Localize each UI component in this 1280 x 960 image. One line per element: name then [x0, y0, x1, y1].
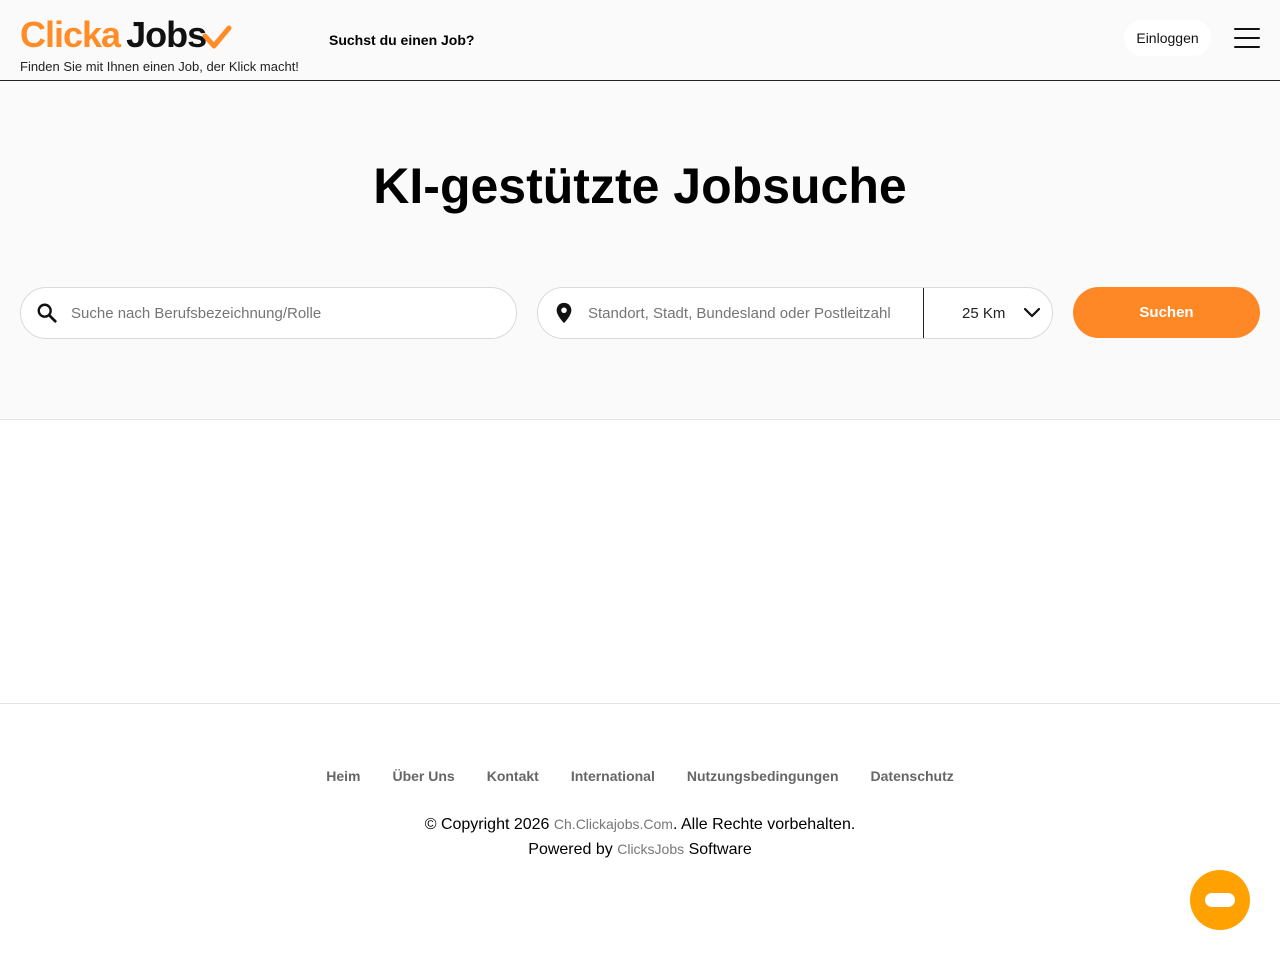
hero-section: KI-gestützte Jobsuche 25 Km Suchen — [0, 81, 1280, 420]
logo-text-clicka: Clicka — [20, 14, 121, 55]
page-title: KI-gestützte Jobsuche — [373, 158, 907, 214]
copyright-prefix: © Copyright 2026 — [424, 816, 554, 833]
header-job-question[interactable]: Suchst du einen Job? — [329, 32, 474, 48]
search-button[interactable]: Suchen — [1073, 287, 1260, 338]
footer-link-home[interactable]: Heim — [326, 768, 360, 784]
footer-link-contact[interactable]: Kontakt — [487, 768, 539, 784]
powered-prefix: Powered by — [528, 841, 618, 858]
site-logo[interactable]: Clicka Jobs — [20, 16, 232, 56]
powered-by-line: Powered by ClicksJobs Software — [0, 837, 1280, 862]
logo-text-jobs: Jobs — [126, 14, 207, 55]
site-header: Clicka Jobs Finden Sie mit Ihnen einen J… — [0, 0, 1280, 81]
footer-link-about[interactable]: Über Uns — [392, 768, 454, 784]
copyright-suffix: . Alle Rechte vorbehalten. — [672, 816, 856, 833]
chat-widget-button[interactable] — [1190, 870, 1250, 930]
job-title-input[interactable] — [71, 304, 491, 322]
job-search-box[interactable] — [20, 287, 517, 339]
radius-value: 25 Km — [962, 304, 1006, 322]
location-input[interactable] — [588, 304, 922, 322]
search-icon — [21, 302, 73, 324]
footer-link-terms[interactable]: Nutzungsbedingungen — [687, 768, 839, 784]
footer-link-privacy[interactable]: Datenschutz — [871, 768, 954, 784]
location-pin-icon — [538, 302, 590, 324]
radius-select[interactable]: 25 Km — [923, 288, 1052, 338]
chevron-down-icon — [1023, 307, 1041, 318]
site-footer: Heim Über Uns Kontakt International Nutz… — [0, 703, 1280, 960]
chat-bubble-icon — [1205, 893, 1235, 907]
checkmark-icon — [202, 25, 232, 49]
login-button[interactable]: Einloggen — [1124, 20, 1211, 56]
hamburger-menu-icon[interactable] — [1230, 24, 1264, 52]
copyright-site-link[interactable]: Ch.Clickajobs.Com — [554, 816, 673, 832]
copyright-line: © Copyright 2026 Ch.Clickajobs.Com. Alle… — [0, 812, 1280, 837]
logo-tagline: Finden Sie mit Ihnen einen Job, der Klic… — [20, 59, 299, 74]
copyright-block: © Copyright 2026 Ch.Clickajobs.Com. Alle… — [0, 812, 1280, 862]
footer-link-international[interactable]: International — [571, 768, 655, 784]
powered-suffix: Software — [684, 841, 752, 858]
powered-brand-link[interactable]: ClicksJobs — [617, 841, 684, 857]
location-search-box[interactable]: 25 Km — [537, 287, 1053, 339]
footer-nav: Heim Über Uns Kontakt International Nutz… — [0, 768, 1280, 784]
